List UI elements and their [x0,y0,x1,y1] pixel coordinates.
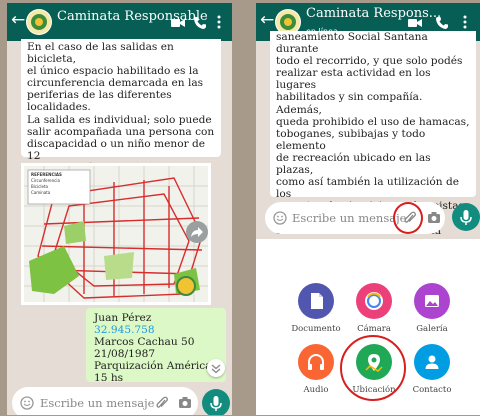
attach-label: Galería [416,324,448,334]
microphone-icon [460,210,472,225]
document-icon [298,283,334,319]
camera-icon[interactable] [178,396,192,409]
sender-name: Juan Pérez [94,312,152,324]
chat-header: ← Caminata Responsable [7,3,232,41]
back-arrow-icon[interactable]: ← [260,10,274,30]
headphones-icon [298,344,334,380]
dni-number[interactable]: 32.945.758 [94,324,218,336]
camera-icon[interactable] [427,211,441,224]
map-image[interactable]: REFERENCIAS Circunferencia Bicicleta Cam… [21,163,211,305]
emoji-icon [20,396,34,410]
attach-label: Cámara [357,324,391,334]
map-legend: REFERENCIAS Circunferencia Bicicleta Cam… [31,172,62,196]
more-options-icon[interactable] [217,14,221,33]
phone-screen-right: ← Caminata Respons... en línea saneamien… [256,3,480,415]
voice-call-icon[interactable] [194,14,206,33]
forward-icon [191,227,203,237]
gallery-icon [414,283,450,319]
chat-title[interactable]: Caminata Responsable [57,9,208,24]
message-input[interactable]: Escribe un mensaje [292,211,406,225]
map-legend-item: Caminata [31,190,51,195]
message-input-bar[interactable]: Escribe un mensaje [12,387,198,415]
contact-icon [414,344,450,380]
message-input[interactable]: Escribe un mensaje [40,396,154,410]
attach-contact-button[interactable]: Contacto [402,344,462,395]
birth-date: 21/08/1987 [94,348,156,360]
forward-button[interactable] [186,221,208,243]
incoming-message: En el caso de las salidas en bicicleta, … [21,39,221,210]
mic-button[interactable] [452,203,480,231]
attach-audio-button[interactable]: Audio [286,344,346,395]
attach-camera-button[interactable]: Cámara [344,283,404,334]
scroll-down-button[interactable] [207,359,225,377]
video-call-icon[interactable] [171,14,185,33]
microphone-icon [210,396,222,411]
highlight-ring [340,335,406,401]
place-line: Parquización América [94,360,212,372]
attach-document-button[interactable]: Documento [286,283,346,334]
attach-label: Contacto [412,385,452,395]
attach-gallery-button[interactable]: Galería [402,283,462,334]
highlight-ring [393,202,423,234]
address-line: Marcos Cachau 50 [94,336,195,348]
mic-button[interactable] [202,389,230,415]
attach-icon[interactable] [155,396,169,410]
back-arrow-icon[interactable]: ← [11,10,25,30]
outgoing-message: Juan Pérez 32.945.758 Marcos Cachau 50 2… [86,308,226,384]
avatar[interactable] [26,9,52,35]
camera-icon [356,283,392,319]
phone-screen-left: ← Caminata Responsable En el caso de las… [7,3,232,415]
emoji-icon [273,211,287,225]
attach-label: Audio [303,385,329,395]
attach-label: Documento [291,324,341,334]
incoming-message: saneamiento Social Santana durante todo … [270,31,476,285]
time-line: 15 hs [94,372,124,384]
chevron-down-icon [211,364,221,374]
attachment-panel: Documento Cámara Galería Audio Ubicación… [256,239,480,415]
